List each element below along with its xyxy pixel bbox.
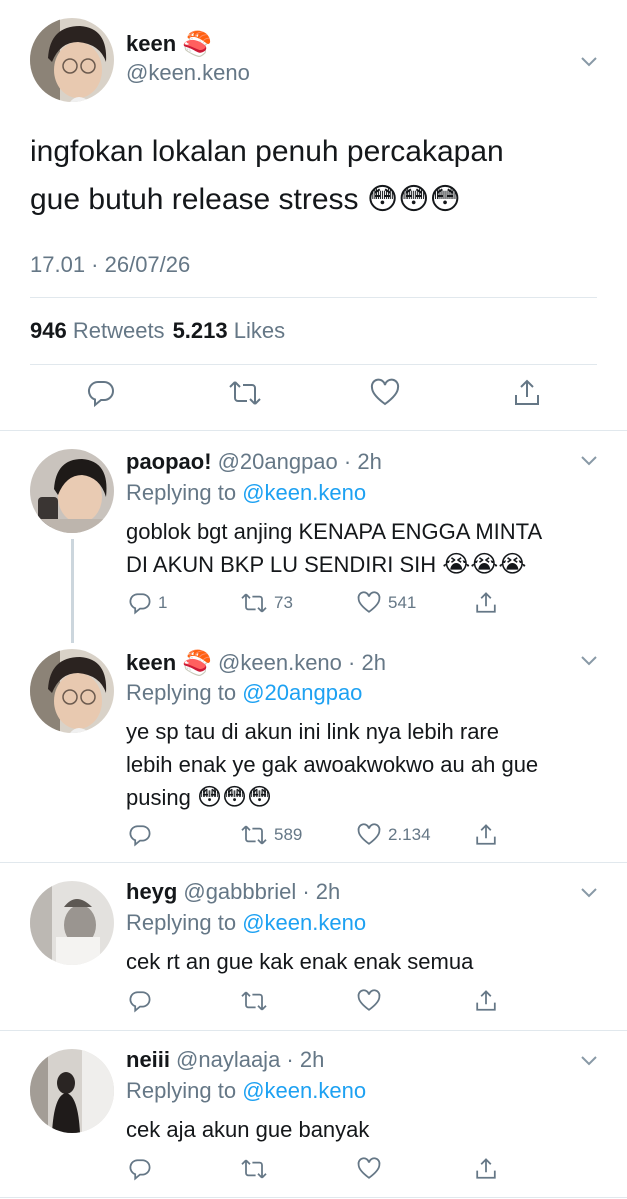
- like-button[interactable]: [356, 989, 382, 1013]
- share-icon: [476, 1158, 496, 1179]
- like-button[interactable]: [370, 378, 400, 408]
- retweet-icon: [241, 593, 267, 613]
- tweet-text: ingfokan lokalan penuh percakapan gue bu…: [30, 135, 504, 217]
- chevron-down-icon[interactable]: [580, 56, 598, 68]
- replying-to: Replying to @keen.keno: [126, 480, 367, 505]
- share-icon: [476, 990, 496, 1011]
- reply-text: ye sp tau di akun ini link nya lebih rar…: [126, 719, 539, 811]
- share-button[interactable]: [512, 378, 542, 408]
- username[interactable]: @keen.keno: [126, 60, 250, 86]
- like-button[interactable]: 541: [356, 591, 416, 615]
- retweet-icon: [229, 381, 261, 405]
- divider: [30, 297, 597, 298]
- mention-link[interactable]: @20angpao: [242, 680, 362, 705]
- likes-stat[interactable]: 5.213 Likes: [173, 318, 286, 344]
- mention-link[interactable]: @keen.keno: [242, 480, 366, 505]
- mention-link[interactable]: @keen.keno: [242, 1078, 366, 1103]
- retweet-button[interactable]: 589: [240, 823, 302, 847]
- username-time[interactable]: @20angpao · 2h: [218, 449, 382, 475]
- divider: [0, 1197, 627, 1198]
- reply-text: cek rt an gue kak enak enak semua: [126, 949, 474, 974]
- avatar[interactable]: [30, 449, 114, 533]
- display-name[interactable]: paopao!: [126, 449, 212, 475]
- reply-text: goblok bgt anjing KENAPA ENGGA MINTA DI …: [126, 519, 543, 578]
- avatar[interactable]: [30, 881, 114, 965]
- heart-icon: [357, 823, 381, 845]
- thread-line: [71, 539, 74, 643]
- main-tweet: keen 🍣 @keen.keno ingfokan lokalan penuh…: [0, 0, 627, 430]
- share-button[interactable]: [474, 591, 498, 615]
- reply-icon: [129, 1159, 151, 1181]
- crying-emoji: 😭😭😭: [442, 550, 527, 578]
- chevron-down-icon[interactable]: [580, 1055, 598, 1067]
- reply-button[interactable]: [128, 823, 152, 847]
- heart-icon: [357, 989, 381, 1011]
- reply-button[interactable]: [128, 1157, 152, 1181]
- chevron-down-icon[interactable]: [580, 655, 598, 667]
- tweet-timestamp[interactable]: 17.01 · 26/07/26: [30, 252, 190, 278]
- username-time[interactable]: @gabbbriel · 2h: [183, 879, 340, 905]
- reply-tweet: paopao! @20angpao · 2h Replying to @keen…: [0, 431, 627, 643]
- reply-button[interactable]: 1: [128, 591, 167, 615]
- like-button[interactable]: [356, 1157, 382, 1181]
- retweet-icon: [241, 825, 267, 845]
- heart-icon: [370, 378, 400, 406]
- avatar[interactable]: [30, 649, 114, 733]
- like-count: 2.134: [388, 825, 431, 844]
- reply-text: cek aja akun gue banyak: [126, 1117, 370, 1142]
- like-button[interactable]: 2.134: [356, 823, 431, 847]
- tweet-actions: [0, 378, 627, 418]
- tweet-stats: 946 Retweets 5.213 Likes: [30, 318, 285, 344]
- reply-icon: [129, 825, 151, 847]
- display-name[interactable]: heyg: [126, 879, 177, 905]
- heart-icon: [357, 1157, 381, 1179]
- chevron-down-icon[interactable]: [580, 455, 598, 467]
- reply-count: 1: [158, 593, 168, 612]
- sushi-emoji: 🍣: [182, 649, 213, 677]
- flushed-emoji: 😳😳😳: [196, 783, 273, 811]
- sushi-emoji: 🍣: [182, 30, 213, 58]
- reply-icon: [129, 593, 151, 615]
- mention-link[interactable]: @keen.keno: [242, 910, 366, 935]
- chevron-down-icon[interactable]: [580, 887, 598, 899]
- share-button[interactable]: [474, 823, 498, 847]
- reply-button[interactable]: [128, 989, 152, 1013]
- share-icon: [476, 824, 496, 845]
- flushed-emoji: 😳😳😳: [366, 182, 461, 217]
- replying-to: Replying to @20angpao: [126, 680, 363, 705]
- reply-button[interactable]: [86, 378, 116, 408]
- retweet-icon: [241, 991, 267, 1011]
- share-icon: [476, 592, 496, 613]
- avatar[interactable]: [30, 18, 114, 102]
- replying-to: Replying to @keen.keno: [126, 910, 367, 935]
- share-icon: [515, 379, 539, 405]
- retweet-icon: [241, 1159, 267, 1179]
- reply-tweet: heyg @gabbbriel · 2h Replying to @keen.k…: [0, 863, 627, 1030]
- replying-to: Replying to @keen.keno: [126, 1078, 367, 1103]
- retweet-count: 589: [274, 825, 303, 844]
- display-name[interactable]: neiii: [126, 1047, 170, 1073]
- retweets-stat[interactable]: 946 Retweets: [30, 318, 165, 344]
- share-button[interactable]: [474, 989, 498, 1013]
- share-button[interactable]: [474, 1157, 498, 1181]
- reply-icon: [87, 380, 114, 408]
- avatar[interactable]: [30, 1049, 114, 1133]
- display-name[interactable]: keen: [126, 650, 176, 676]
- retweet-button[interactable]: [228, 378, 262, 408]
- username-time[interactable]: @naylaaja · 2h: [176, 1047, 324, 1073]
- retweet-button[interactable]: [240, 1157, 268, 1181]
- reply-tweet: neiii @naylaaja · 2h Replying to @keen.k…: [0, 1031, 627, 1199]
- like-count: 541: [388, 593, 417, 612]
- retweet-button[interactable]: [240, 989, 268, 1013]
- username-time[interactable]: @keen.keno · 2h: [218, 650, 386, 676]
- reply-icon: [129, 991, 151, 1013]
- display-name[interactable]: keen 🍣: [126, 30, 212, 58]
- retweet-count: 73: [274, 593, 293, 612]
- reply-tweet: keen 🍣 @keen.keno · 2h Replying to @20an…: [0, 631, 627, 861]
- divider: [30, 364, 597, 365]
- retweet-button[interactable]: 73: [240, 591, 293, 615]
- heart-icon: [357, 591, 381, 613]
